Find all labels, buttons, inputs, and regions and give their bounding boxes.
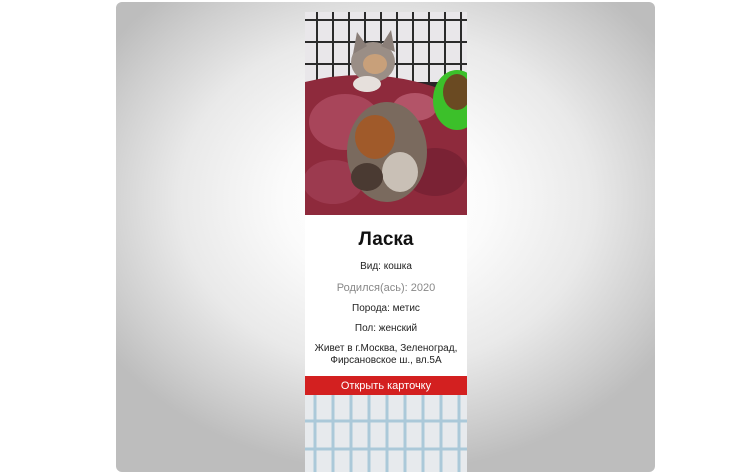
next-pet-photo — [305, 395, 467, 472]
pet-card: Ласка Вид: кошка Родился(ась): 2020 Поро… — [305, 12, 467, 396]
pet-name: Ласка — [358, 229, 414, 250]
pet-card-body: Ласка Вид: кошка Родился(ась): 2020 Поро… — [305, 215, 467, 396]
pet-breed: Порода: метис — [352, 303, 420, 314]
pet-photo — [305, 12, 467, 215]
content-panel: Ласка Вид: кошка Родился(ась): 2020 Поро… — [116, 2, 655, 472]
pet-address-line1: Живет в г.Москва, Зеленоград, — [314, 343, 458, 354]
pet-birth-year: Родился(ась): 2020 — [336, 282, 436, 294]
pet-sex: Пол: женский — [354, 323, 418, 334]
open-card-button[interactable]: Открыть карточку — [305, 376, 467, 396]
pet-species: Вид: кошка — [360, 261, 412, 272]
pet-address: Живет в г.Москва, Зеленоград, Фирсановск… — [305, 335, 467, 367]
next-pet-card — [305, 395, 467, 472]
pet-address-line2: Фирсановское ш., вл.5А — [330, 355, 442, 366]
